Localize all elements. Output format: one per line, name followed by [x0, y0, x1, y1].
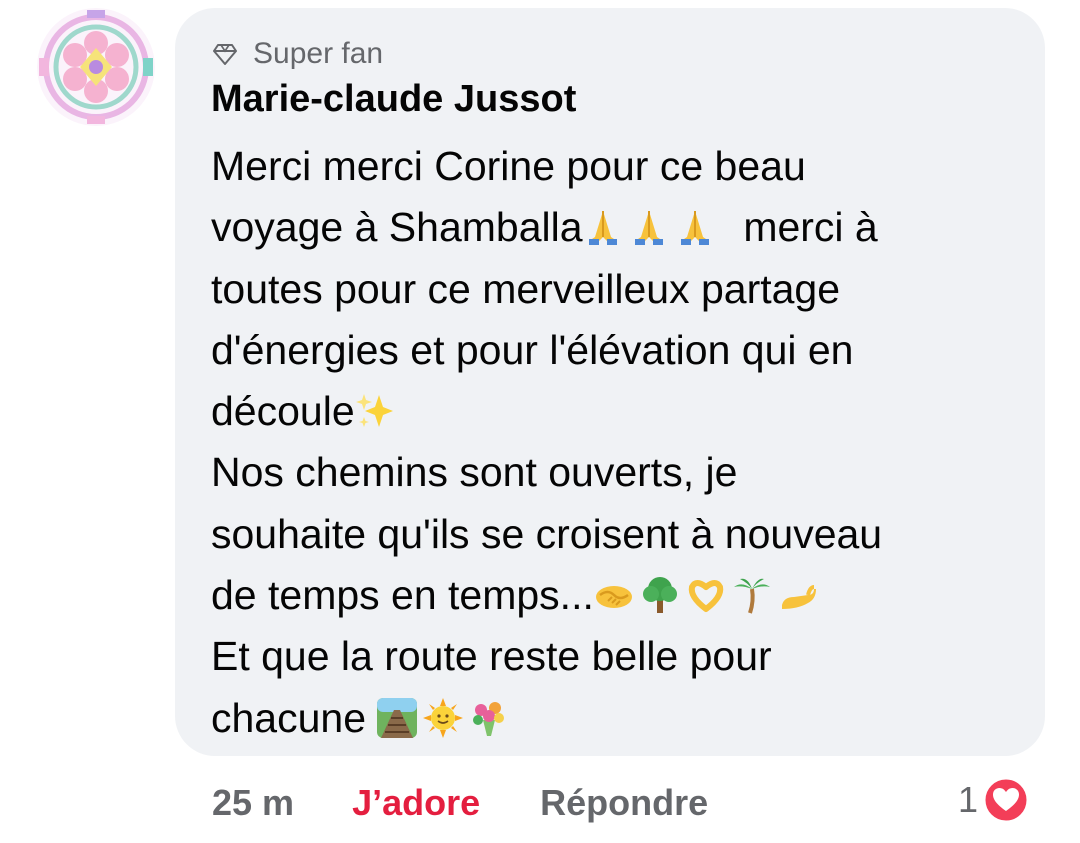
comment-actions: 25 m J’adore Répondre	[212, 778, 708, 828]
sparkles-emoji	[355, 391, 395, 431]
comment-line: chacune	[211, 688, 1021, 749]
comment-line: Nos chemins sont ouverts, je	[211, 442, 1021, 503]
deciduous-tree-emoji	[640, 575, 680, 615]
railway-track-emoji	[377, 697, 418, 738]
comment-text-segment: voyage à Shamballa	[211, 204, 583, 251]
reaction-count: 1	[958, 779, 979, 820]
reaction-summary[interactable]: 1	[958, 775, 1030, 825]
folded-hands-emoji	[583, 207, 623, 247]
handshake-emoji	[594, 575, 634, 615]
comment-line: d'énergies et pour l'élévation qui en	[211, 320, 1021, 381]
badge-label: Super fan	[253, 37, 384, 70]
comment-text-segment: d'énergies et pour l'élévation qui en	[211, 326, 854, 373]
comment-line: voyage à Shamballa merci à	[211, 197, 1021, 258]
comment-line: souhaite qu'ils se croisent à nouveau	[211, 504, 1021, 565]
folded-hands-emoji	[675, 207, 715, 247]
heart-hands-emoji	[686, 575, 726, 615]
comment-text-segment: souhaite qu'ils se croisent à nouveau	[211, 510, 883, 557]
super-fan-badge[interactable]: Super fan	[213, 36, 383, 72]
love-reaction-icon	[982, 776, 1030, 824]
like-button[interactable]: J’adore	[352, 782, 480, 824]
timestamp[interactable]: 25 m	[212, 782, 294, 824]
comment-line: Et que la route reste belle pour	[211, 626, 1021, 687]
comment-text-segment: Merci merci Corine pour ce beau	[211, 143, 806, 189]
avatar[interactable]	[37, 8, 155, 126]
comment-text-segment: de temps en temps...	[211, 572, 594, 619]
comment-text-segment: merci à	[743, 204, 878, 251]
bouquet-emoji	[469, 698, 509, 738]
palm-up-hand-emoji	[778, 575, 818, 615]
comment-line: de temps en temps...	[211, 565, 1021, 626]
comment-line: Merci merci Corine pour ce beau	[211, 136, 1021, 197]
comment-screen: Super fan Marie-claude Jussot Merci merc…	[0, 0, 1080, 843]
sun-with-face-emoji	[423, 697, 464, 738]
comment-text-segment: découle	[211, 388, 355, 435]
comment-line: toutes pour ce merveilleux partage	[211, 259, 1021, 320]
comment-text-segment: chacune	[211, 694, 367, 741]
comment-text-segment: Et que la route reste belle pour	[211, 633, 772, 680]
author-name[interactable]: Marie-claude Jussot	[211, 78, 576, 121]
folded-hands-emoji	[629, 207, 669, 247]
palm-tree-emoji	[732, 575, 772, 615]
mandala-avatar-icon	[37, 8, 155, 126]
comment-text: Merci merci Corine pour ce beau voyage à…	[211, 136, 1021, 749]
comment-text-segment: Nos chemins sont ouverts, je	[211, 449, 738, 496]
diamond-icon	[213, 44, 237, 65]
comment-line: découle	[211, 381, 1021, 442]
comment-bubble: Super fan Marie-claude Jussot Merci merc…	[175, 8, 1045, 756]
reply-button[interactable]: Répondre	[540, 782, 708, 824]
comment-text-segment: toutes pour ce merveilleux partage	[211, 265, 841, 312]
